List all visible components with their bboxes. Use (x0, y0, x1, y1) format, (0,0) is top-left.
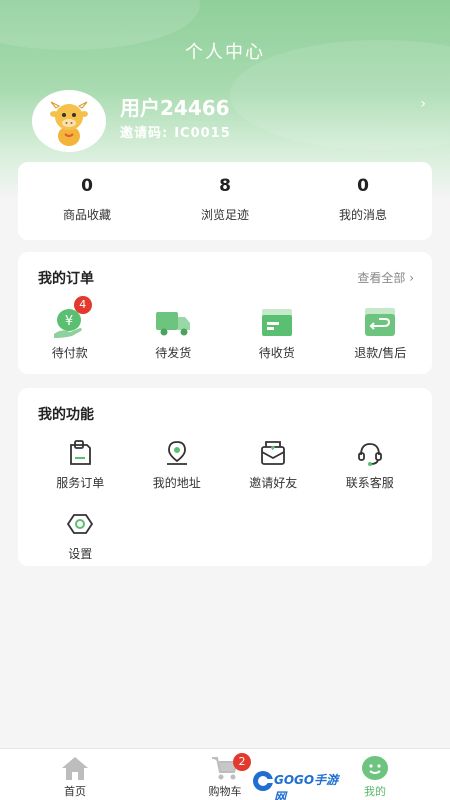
order-pending-shipment[interactable]: 待发货 (122, 304, 226, 361)
service-order-icon (65, 438, 95, 468)
function-label: 联系客服 (345, 476, 394, 490)
stat-history[interactable]: 8 浏览足迹 (156, 162, 294, 240)
functions-title: 我的功能 (38, 407, 94, 423)
function-label: 设置 (68, 547, 93, 561)
function-customer-service[interactable]: 联系客服 (322, 438, 419, 491)
page-title: 个人中心 (185, 42, 265, 63)
profile-smile-icon (361, 755, 389, 781)
stat-messages[interactable]: 0 我的消息 (294, 162, 432, 240)
function-label: 邀请好友 (249, 476, 298, 490)
tab-home[interactable]: 首页 (0, 749, 150, 800)
bottom-tab-bar: 首页 2 购物车 我的 (0, 748, 450, 800)
tab-label: 首页 (64, 785, 86, 798)
truck-icon (153, 304, 193, 340)
function-label: 我的地址 (152, 476, 201, 490)
stat-value: 0 (357, 176, 369, 196)
stat-favorites[interactable]: 0 商品收藏 (18, 162, 156, 240)
function-invite-friends[interactable]: 邀请好友 (225, 438, 322, 491)
function-label: 服务订单 (56, 476, 105, 490)
order-pending-receipt[interactable]: 待收货 (225, 304, 329, 361)
invite-icon (258, 438, 288, 468)
stat-label: 商品收藏 (62, 208, 111, 222)
invite-code-line: 邀请码: IC0015 (120, 122, 231, 141)
chevron-right-icon[interactable]: › (420, 96, 426, 112)
svg-text:¥: ¥ (65, 314, 73, 329)
watermark-text: GOGO手游网 (274, 773, 339, 800)
view-all-orders-link[interactable]: 查看全部 › (357, 269, 414, 286)
watermark-logo: GOGO手游网 (252, 770, 344, 800)
order-label: 待发货 (155, 346, 192, 360)
username: 用户24466 (120, 96, 230, 120)
order-label: 退款/售后 (354, 346, 407, 360)
functions-card: 我的功能 服务订单 我的地址 邀请好友 联系客服 设置 (18, 388, 432, 566)
invite-code: IC0015 (174, 126, 231, 141)
avatar[interactable] (32, 90, 106, 152)
cart-icon: 2 (211, 753, 251, 781)
function-my-address[interactable]: 我的地址 (129, 438, 226, 491)
cart-badge: 2 (233, 753, 251, 771)
home-icon (61, 755, 89, 781)
orders-card: 我的订单 查看全部 › ¥ 4 待付款 待发货 待收货 退款/售后 (18, 252, 432, 374)
order-refund[interactable]: 退款/售后 (329, 304, 433, 361)
stats-card: 0 商品收藏 8 浏览足迹 0 我的消息 (18, 162, 432, 240)
headset-icon (355, 438, 385, 468)
refund-icon (360, 304, 400, 340)
location-icon (162, 438, 192, 468)
function-settings[interactable]: 设置 (32, 509, 129, 562)
payment-icon: ¥ 4 (50, 296, 92, 340)
orders-title: 我的订单 (38, 271, 94, 287)
stat-value: 0 (81, 176, 93, 196)
pending-payment-badge: 4 (73, 296, 92, 314)
order-pending-payment[interactable]: ¥ 4 待付款 (18, 296, 122, 361)
order-label: 待收货 (258, 346, 295, 360)
stat-value: 8 (219, 176, 231, 196)
order-label: 待付款 (51, 346, 88, 360)
stat-label: 我的消息 (338, 208, 387, 222)
stat-label: 浏览足迹 (200, 208, 249, 222)
profile-section[interactable]: 用户24466 邀请码: IC0015 › (32, 90, 432, 152)
settings-icon (65, 509, 95, 539)
package-icon (257, 304, 297, 340)
invite-label: 邀请码: (120, 126, 169, 141)
function-service-orders[interactable]: 服务订单 (32, 438, 129, 491)
